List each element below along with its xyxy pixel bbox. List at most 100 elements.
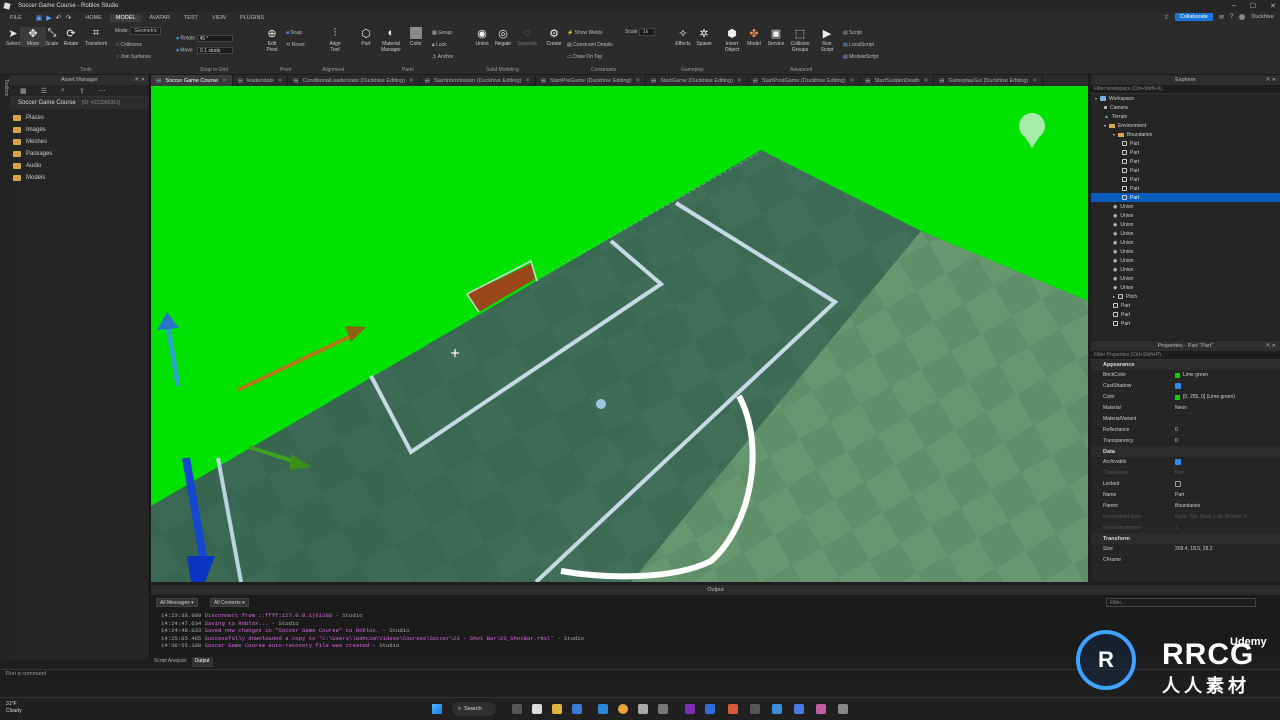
explorer-item[interactable]: Part [1091,193,1280,202]
game-row[interactable]: Soccer Game Course [ID: 4222956361] [10,97,149,109]
explorer-item[interactable]: ◉ Union [1091,238,1280,247]
editor-tab[interactable]: ▤ GameplayGui (Duckhive Editing) ✕ [934,75,1043,86]
transform-tool-button[interactable]: ⌗ Transform [83,27,109,48]
script-button[interactable]: ▤ Script [843,30,862,36]
close-tab-icon[interactable]: ✕ [409,78,414,84]
roblox-taskbar-icon[interactable] [532,704,542,714]
editor-tab[interactable]: ▤ StartPostGame (Duckhive Editing) ✕ [748,75,861,86]
explorer-item[interactable]: Part [1091,310,1280,319]
lock-button[interactable]: 🔒︎ Lock [432,42,447,48]
onenote-icon[interactable] [685,704,695,714]
align-tool-button[interactable]: ⫶ Align Tool [322,27,348,54]
menu-tab-view[interactable]: VIEW [206,14,232,22]
close-tab-icon[interactable]: ✕ [278,78,283,84]
search-icon[interactable]: ⌕ [61,87,65,95]
expand-arrow-icon[interactable]: ▾ [1113,132,1115,137]
explorer-item[interactable]: ▾ Workspace [1091,94,1280,103]
explorer-item[interactable]: Part [1091,175,1280,184]
import-icon[interactable]: ⇧ [79,87,85,95]
expand-arrow-icon[interactable]: ▾ [1104,123,1106,128]
menu-tab-model[interactable]: MODEL [109,13,142,22]
message-filter-dropdown[interactable]: All Messages ▾ [156,598,198,607]
store-icon[interactable] [572,704,582,714]
group-button[interactable]: ▦ Group [432,30,452,36]
list-view-icon[interactable]: ☰ [41,87,47,95]
redo-icon[interactable]: ↷ [66,14,72,22]
explorer-item[interactable]: Part [1091,319,1280,328]
more-icon[interactable]: ⋯ [99,87,106,95]
minimize-icon[interactable]: – [1232,2,1236,10]
scale-input[interactable]: 1x [638,28,656,36]
prop-cframe[interactable]: CFrame [1091,555,1280,566]
close-tab-icon[interactable]: ✕ [222,78,227,84]
explorer-item[interactable]: Part [1091,139,1280,148]
rotate-increment-input[interactable] [196,35,233,42]
explorer-item[interactable]: ◉ Union [1091,274,1280,283]
user-name[interactable]: Duckhive [1251,14,1274,20]
module-script-button[interactable]: ▤ ModuleScript [843,54,878,60]
section-transform[interactable]: Transform [1091,534,1280,544]
prop-locked[interactable]: Locked [1091,479,1280,490]
constraint-details-toggle[interactable]: ▤ Constraint Details [567,42,613,48]
prop-parent[interactable]: Parent Boundaries [1091,501,1280,512]
windows-start-icon[interactable] [432,704,442,714]
tab-output[interactable]: Output [191,657,213,667]
explorer-item[interactable]: Part [1091,184,1280,193]
explorer-item[interactable]: ▸ Pitch [1091,292,1280,301]
join-surfaces-toggle[interactable]: ○ Join Surfaces [116,54,151,60]
prop-archivable[interactable]: Archivable [1091,457,1280,468]
close-tab-icon[interactable]: ✕ [850,78,855,84]
prop-brickcolor[interactable]: BrickColor Lime green [1091,370,1280,381]
weather-widget[interactable]: 31°F Cloudy [6,701,22,715]
explorer-item[interactable]: ◉ Union [1091,256,1280,265]
user-avatar[interactable] [1239,14,1246,20]
panel-close-icon[interactable]: ⇱ ✕ [1266,341,1276,351]
explorer-item[interactable]: ◉ Union [1091,211,1280,220]
help-icon[interactable]: ? [1230,14,1233,20]
app-icon[interactable] [658,704,668,714]
anchor-button[interactable]: ⚓︎ Anchor [432,54,453,60]
section-appearance[interactable]: Appearance [1091,360,1280,370]
close-tab-icon[interactable]: ✕ [737,78,742,84]
grid-view-icon[interactable]: ▦ [20,87,27,95]
properties-filter-input[interactable]: Filter Properties (Ctrl+Shift+P) [1091,351,1280,360]
file-menu[interactable]: FILE [4,14,28,22]
close-tab-icon[interactable]: ✕ [635,78,640,84]
app-icon[interactable] [838,704,848,714]
editor-tab[interactable]: ▤ StartSuddenDeath ✕ [860,75,935,86]
local-script-button[interactable]: ▤ LocalScript [843,42,874,48]
separate-button[interactable]: ◌ Separate [514,27,540,47]
menu-tab-test[interactable]: TEST [178,14,204,22]
expand-arrow-icon[interactable]: ▸ [1113,294,1115,299]
close-tab-icon[interactable]: ✕ [924,78,929,84]
asset-folder-packages[interactable]: Packages [10,148,149,160]
share-icon[interactable]: ⇪ [1164,14,1169,21]
material-manager-button[interactable]: ◐ Material Manager [378,27,404,53]
prop-reflectance[interactable]: Reflectance 0 [1091,425,1280,436]
editor-tab[interactable]: ▤ StartIntermission (Duckhive Editing) ✕ [420,75,536,86]
editor-tab[interactable]: ▤ StartGame (Duckhive Editing) ✕ [646,75,748,86]
mode-dropdown[interactable]: Geometric [130,27,162,35]
edit-pivot-button[interactable]: ⊕ Edit Pivot [259,27,285,54]
snap-button[interactable]: ■ Snap [286,30,302,36]
chrome-icon[interactable] [618,704,628,714]
menu-tab-avatar[interactable]: AVATAR [143,14,175,22]
explorer-item[interactable]: Part [1091,301,1280,310]
tab-script-analysis[interactable]: Script Analysis [151,657,190,667]
collision-groups-button[interactable]: ⬚ Collision Groups [787,27,813,54]
negate-button[interactable]: ◎ Negate [490,27,516,48]
explorer-item[interactable]: ◉ Union [1091,220,1280,229]
archivable-checkbox[interactable] [1175,459,1181,465]
prop-transparency[interactable]: Transparency 0 [1091,436,1280,447]
app-icon[interactable] [772,704,782,714]
rotate-tool-button[interactable]: ⟳ Rotate [58,27,84,48]
task-view-icon[interactable] [512,704,522,714]
prop-materialvariant[interactable]: MaterialVariant [1091,414,1280,425]
show-welds-toggle[interactable]: ⚡ Show Welds [567,30,602,36]
app-icon[interactable] [750,704,760,714]
maximize-icon[interactable]: ☐ [1250,2,1256,10]
editor-tab[interactable]: ▤ ConditionalLeaderstats (Duckhive Editin… [288,75,420,86]
explorer-filter-input[interactable]: Filter workspace (Ctrl+Shift+X) [1091,85,1280,94]
section-data[interactable]: Data [1091,447,1280,457]
explorer-item[interactable]: ◉ Union [1091,202,1280,211]
